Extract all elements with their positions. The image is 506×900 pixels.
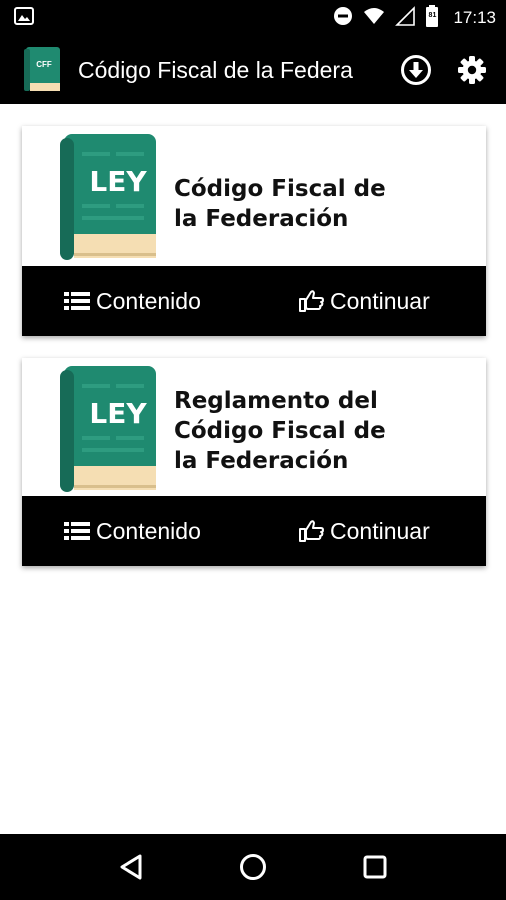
book-title-line: Reglamento del (174, 388, 378, 414)
navigation-bar (0, 834, 506, 900)
do-not-disturb-icon (333, 6, 353, 31)
settings-icon (458, 56, 486, 84)
continuar-button[interactable]: Continuar (298, 266, 430, 336)
contenido-button[interactable]: Contenido (64, 266, 201, 336)
book-cover-label: LEY (89, 165, 147, 198)
pointing-hand-icon (299, 290, 324, 312)
pointing-hand-icon (299, 520, 324, 542)
book-title-line: Código Fiscal de (174, 418, 386, 444)
cell-signal-icon (395, 5, 416, 31)
contenido-label: Contenido (96, 287, 201, 314)
book-card-body[interactable]: LEY Reglamento del Código Fiscal de la F… (22, 358, 486, 496)
book-cover-icon: LEY (60, 134, 156, 265)
clock: 17:13 (453, 8, 496, 27)
book-cover-label: LEY (89, 397, 147, 430)
recents-icon (363, 855, 387, 879)
book-card-body[interactable]: LEY Código Fiscal de la Federación (22, 126, 486, 266)
settings-button[interactable] (452, 50, 492, 90)
book-card[interactable]: LEY Código Fiscal de la Federación Conte… (22, 126, 486, 336)
recents-button[interactable] (345, 837, 405, 897)
wifi-icon (363, 7, 385, 30)
image-icon (14, 6, 34, 30)
book-card[interactable]: LEY Reglamento del Código Fiscal de la F… (22, 358, 486, 566)
continuar-button[interactable]: Continuar (298, 496, 430, 566)
book-title-line: la Federación (174, 448, 349, 474)
battery-level: 81 (428, 11, 437, 19)
card-actions: Contenido Continuar (22, 496, 486, 566)
book-title-line: Código Fiscal de (174, 176, 386, 202)
continuar-label: Continuar (330, 517, 430, 544)
download-button[interactable] (396, 50, 436, 90)
app-logo: CFF (24, 47, 60, 93)
contenido-button[interactable]: Contenido (64, 496, 201, 566)
card-actions: Contenido Continuar (22, 266, 486, 336)
home-icon (240, 854, 266, 880)
contenido-label: Contenido (96, 517, 201, 544)
book-title: Código Fiscal de la Federación (174, 174, 466, 234)
download-icon (401, 55, 431, 85)
home-button[interactable] (223, 837, 283, 897)
back-button[interactable] (101, 837, 161, 897)
list-icon (64, 292, 90, 310)
status-bar: 81 17:13 (0, 0, 506, 36)
back-icon (120, 854, 142, 880)
app-bar: CFF Código Fiscal de la Federa (0, 36, 506, 104)
continuar-label: Continuar (330, 287, 430, 314)
app-logo-text: CFF (36, 60, 52, 69)
app-title: Código Fiscal de la Federa (78, 56, 353, 83)
book-cover-icon: LEY (60, 366, 156, 497)
book-title-line: la Federación (174, 206, 349, 232)
battery-icon: 81 (425, 4, 439, 32)
book-title: Reglamento del Código Fiscal de la Feder… (174, 386, 466, 476)
list-icon (64, 522, 90, 540)
